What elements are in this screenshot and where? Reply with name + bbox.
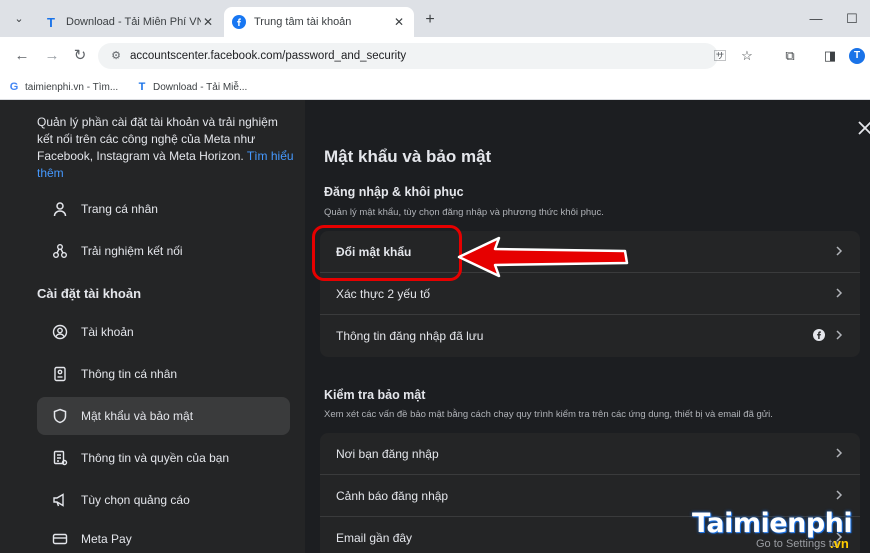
row-label: Cảnh báo đăng nhập bbox=[336, 488, 449, 503]
login-section-title: Đăng nhập & khôi phục bbox=[324, 185, 464, 199]
card-icon bbox=[51, 530, 69, 548]
main-panel: Mật khẩu và bảo mật Đăng nhập & khôi phụ… bbox=[305, 100, 870, 553]
close-tab-icon[interactable]: ✕ bbox=[392, 15, 406, 29]
sidebar-item-meta-pay[interactable]: Meta Pay bbox=[37, 520, 290, 553]
sidebar-item-label: Thông tin và quyền của bạn bbox=[81, 451, 230, 465]
sidebar-item-label: Trang cá nhân bbox=[81, 202, 158, 216]
page-title: Mật khẩu và bảo mật bbox=[324, 147, 492, 166]
accounts-center-page: Quản lý phần cài đặt tài khoản và trải n… bbox=[0, 100, 870, 553]
bookmarks-bar: G taimienphi.vn - Tìm... T Download - Tả… bbox=[0, 75, 870, 100]
site-info-icon[interactable]: ⚙ bbox=[108, 48, 124, 64]
activate-windows-text: Go to Settings to bbox=[756, 538, 838, 550]
sidebar-item-your-info[interactable]: Thông tin và quyền của bạn bbox=[37, 439, 290, 477]
account-settings-heading: Cài đặt tài khoản bbox=[37, 286, 142, 301]
translate-icon[interactable]: 🈂 bbox=[714, 47, 726, 64]
tab-title: Trung tâm tài khoản bbox=[254, 16, 352, 28]
browser-tab-bar: ⌄ T Download - Tải Miễn Phí VN - P ✕ Tru… bbox=[0, 0, 870, 37]
sidebar-item-personal-info[interactable]: Thông tin cá nhân bbox=[37, 355, 290, 393]
row-label: Thông tin đăng nhập đã lưu bbox=[336, 329, 484, 343]
screenshot-frame: ⌄ T Download - Tải Miễn Phí VN - P ✕ Tru… bbox=[0, 0, 870, 553]
sidebar-item-ad-preferences[interactable]: Tùy chọn quảng cáo bbox=[37, 481, 290, 519]
address-bar[interactable]: ⚙ accountscenter.facebook.com/password_a… bbox=[98, 43, 726, 69]
side-panel-icon[interactable]: ◨ bbox=[820, 46, 840, 66]
chevron-right-icon bbox=[836, 448, 843, 458]
row-label: Xác thực 2 yếu tố bbox=[336, 286, 431, 301]
id-card-icon bbox=[51, 365, 69, 383]
row-label: Nơi bạn đăng nhập bbox=[336, 446, 439, 461]
minimize-icon[interactable]: — bbox=[806, 9, 826, 29]
sidebar-item-label: Mật khẩu và bảo mật bbox=[81, 409, 194, 423]
sidebar-item-label: Trải nghiệm kết nối bbox=[81, 244, 183, 258]
intro-text: Quản lý phần cài đặt tài khoản và trải n… bbox=[37, 115, 278, 163]
watermark-text: Taimienphi bbox=[692, 508, 853, 539]
tab-search-icon[interactable]: ⌄ bbox=[10, 10, 28, 28]
close-icon[interactable] bbox=[855, 118, 870, 138]
login-section-desc: Quản lý mật khẩu, tùy chọn đăng nhập và … bbox=[324, 207, 604, 218]
taimienphi-favicon-icon: T bbox=[138, 81, 146, 93]
bookmark-label: Download - Tải Miễ... bbox=[153, 81, 248, 93]
taimienphi-favicon-icon: T bbox=[47, 14, 55, 30]
sidebar-item-label: Meta Pay bbox=[81, 532, 132, 546]
tab-download[interactable]: T Download - Tải Miễn Phí VN - P ✕ bbox=[36, 7, 223, 37]
google-icon: G bbox=[9, 81, 19, 93]
pointer-arrow bbox=[457, 236, 629, 278]
bookmark-star-icon[interactable]: ☆ bbox=[737, 46, 757, 66]
profile-avatar[interactable]: T bbox=[849, 48, 865, 64]
forward-icon[interactable]: → bbox=[42, 46, 62, 66]
tab-title: Download - Tải Miễn Phí VN - P bbox=[66, 16, 201, 28]
row-label: Email gần đây bbox=[336, 531, 413, 545]
chevron-right-icon bbox=[836, 330, 843, 340]
bookmark-label: taimienphi.vn - Tìm... bbox=[25, 81, 119, 93]
sidebar-item-profile[interactable]: Trang cá nhân bbox=[37, 190, 290, 228]
maximize-icon[interactable]: ☐ bbox=[842, 9, 862, 29]
security-check-desc: Xem xét các vấn đề bảo mật bằng cách chạ… bbox=[324, 409, 773, 420]
where-logged-in-row[interactable]: Nơi bạn đăng nhập bbox=[320, 433, 860, 475]
sidebar-item-label: Tài khoản bbox=[81, 325, 134, 339]
person-icon bbox=[51, 200, 69, 218]
sidebar: Quản lý phần cài đặt tài khoản và trải n… bbox=[0, 100, 305, 553]
chevron-right-icon bbox=[836, 288, 843, 298]
connected-icon bbox=[51, 242, 69, 260]
sidebar-item-label: Thông tin cá nhân bbox=[81, 367, 178, 381]
highlight-box bbox=[312, 225, 462, 281]
account-circle-icon bbox=[51, 323, 69, 341]
sidebar-item-password-security[interactable]: Mật khẩu và bảo mật bbox=[37, 397, 290, 435]
sidebar-item-label: Tùy chọn quảng cáo bbox=[81, 493, 190, 507]
chevron-right-icon bbox=[836, 490, 843, 500]
tab-accounts-center[interactable]: Trung tâm tài khoản ✕ bbox=[224, 7, 414, 37]
sidebar-intro: Quản lý phần cài đặt tài khoản và trải n… bbox=[37, 114, 297, 182]
close-tab-icon[interactable]: ✕ bbox=[201, 15, 215, 29]
chevron-right-icon bbox=[836, 246, 843, 256]
url-text: accountscenter.facebook.com/password_and… bbox=[130, 50, 407, 62]
new-tab-icon[interactable]: + bbox=[420, 10, 440, 30]
shield-icon bbox=[51, 407, 69, 425]
sidebar-item-account[interactable]: Tài khoản bbox=[37, 313, 290, 351]
sidebar-item-connected[interactable]: Trải nghiệm kết nối bbox=[37, 232, 290, 270]
watermark-logo: Taimienphi bbox=[692, 508, 853, 539]
bookmark-download[interactable]: T Download - Tải Miễ... bbox=[136, 79, 248, 95]
browser-toolbar: ← → ↻ ⚙ accountscenter.facebook.com/pass… bbox=[0, 37, 870, 75]
facebook-favicon-icon bbox=[232, 15, 246, 29]
bookmark-taimienphi[interactable]: G taimienphi.vn - Tìm... bbox=[8, 79, 118, 95]
reload-icon[interactable]: ↻ bbox=[70, 46, 90, 66]
megaphone-icon bbox=[51, 491, 69, 509]
back-icon[interactable]: ← bbox=[12, 46, 32, 66]
security-check-title: Kiểm tra bảo mật bbox=[324, 388, 426, 402]
document-icon bbox=[51, 449, 69, 467]
facebook-badge-icon bbox=[813, 329, 825, 341]
saved-login-row[interactable]: Thông tin đăng nhập đã lưu bbox=[320, 315, 860, 357]
watermark-vn: .vn bbox=[830, 536, 849, 551]
extensions-icon[interactable]: ⧉ bbox=[780, 46, 800, 66]
